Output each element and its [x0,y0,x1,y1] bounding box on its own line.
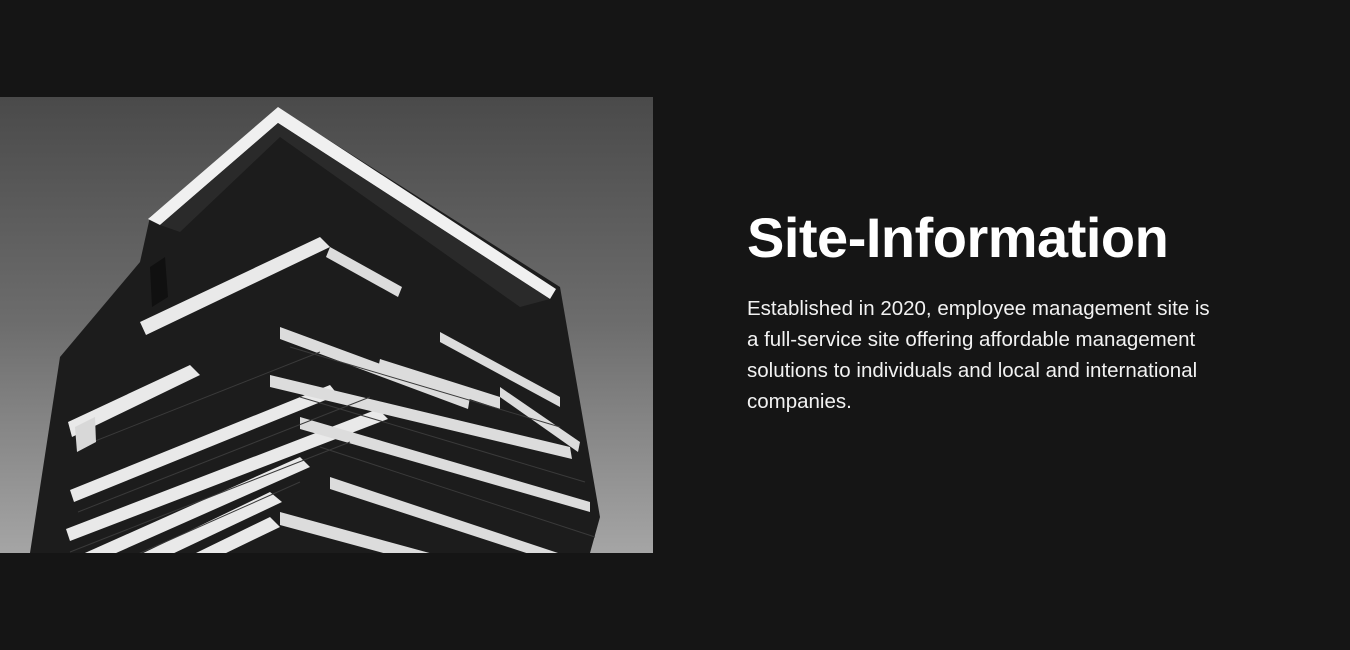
info-panel: Site-Information Established in 2020, em… [747,205,1227,417]
site-information-section: Site-Information Established in 2020, em… [0,0,1350,650]
building-photo [0,97,653,553]
page-title: Site-Information [747,206,1169,269]
building-illustration [0,97,653,553]
site-description: Established in 2020, employee management… [747,297,1210,413]
